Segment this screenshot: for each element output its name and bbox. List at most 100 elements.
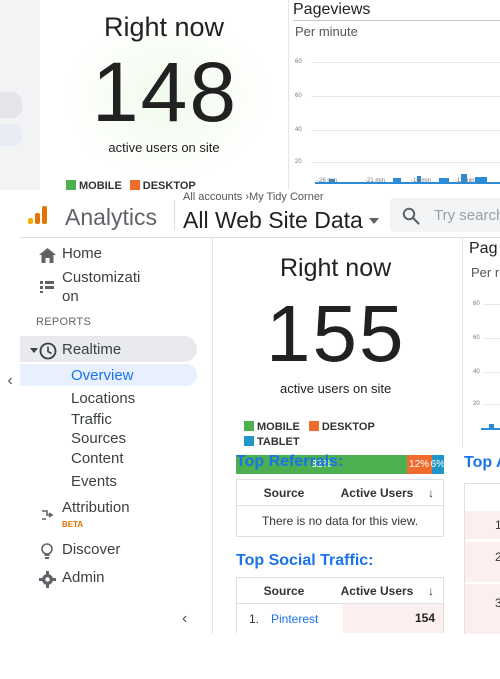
- right-now-title: Right now: [280, 254, 392, 282]
- row-rank: 2: [495, 550, 500, 564]
- sidebar-item-events[interactable]: Events: [71, 472, 117, 491]
- row-rank: 1.: [248, 611, 259, 626]
- sort-arrow-icon[interactable]: ↓: [423, 486, 439, 500]
- sidebar-item-label: Customizati on: [62, 269, 141, 305]
- active-users-count: 155: [266, 289, 406, 378]
- background-pageviews-chart: Pageviews Per minute 60 60 40 20 -26 min…: [288, 0, 500, 190]
- background-active-users-label: active users on site: [108, 140, 220, 155]
- legend-mobile-label: MOBILE: [79, 180, 122, 192]
- desktop-share-segment: 12%: [406, 455, 432, 474]
- active-users-label: active users on site: [280, 381, 392, 396]
- sidebar-item-attribution[interactable]: Attribution BETA: [36, 498, 130, 534]
- y-tick-label: 60: [473, 301, 480, 307]
- sidebar-item-label: Attribution BETA: [62, 498, 130, 534]
- active-users-value: 154: [343, 604, 443, 633]
- pageviews-subtitle: Per r: [471, 265, 500, 280]
- pageviews-subtitle: Per minute: [295, 24, 358, 39]
- sidebar-item-admin[interactable]: Admin: [36, 568, 105, 590]
- sidebar-item-home[interactable]: Home: [36, 244, 102, 266]
- x-tick-label: -21 min: [365, 178, 386, 184]
- col-source-header[interactable]: Source: [237, 486, 331, 500]
- y-tick-label: 60: [295, 59, 302, 65]
- source-link[interactable]: Pinterest: [271, 612, 343, 626]
- col-active-users-header[interactable]: Active Users: [331, 486, 423, 500]
- search-box[interactable]: [390, 198, 500, 232]
- col-source-header[interactable]: Source: [237, 584, 331, 598]
- y-tick-label: 20: [295, 159, 302, 165]
- attribution-label: Attribution: [62, 499, 130, 516]
- lightbulb-icon: [36, 540, 58, 562]
- tablet-share-segment: 6%: [431, 455, 445, 474]
- customization-grid-icon: [36, 276, 58, 298]
- pageviews-title: Pageviews: [293, 1, 371, 18]
- table-row[interactable]: 1. Pinterest 154: [237, 604, 443, 633]
- top-active-pages-table: 1 2 3: [464, 483, 500, 635]
- sidebar-item-traffic-sources[interactable]: Traffic Sources: [71, 410, 151, 448]
- sidebar-item-realtime[interactable]: Realtime: [28, 340, 121, 362]
- chevron-left-icon[interactable]: ‹: [0, 366, 20, 396]
- gridline: [311, 130, 500, 131]
- background-nav-highlight: [0, 124, 22, 146]
- mobile-swatch: [244, 421, 254, 431]
- gridline: [483, 404, 500, 405]
- x-tick-label: -11 min: [455, 178, 475, 184]
- legend-tablet-label: TABLET: [257, 436, 300, 448]
- device-legend: MOBILE DESKTOP TABLET: [244, 420, 414, 450]
- tablet-swatch: [244, 436, 254, 446]
- property-view-selector[interactable]: All Web Site Data: [183, 207, 379, 234]
- top-social-traffic-title[interactable]: Top Social Traffic:: [236, 552, 374, 570]
- chart-bar: [489, 424, 494, 428]
- search-input[interactable]: [434, 204, 500, 226]
- desktop-swatch: [308, 421, 319, 431]
- y-tick-label: 40: [295, 127, 302, 133]
- top-social-table: Source Active Users ↓ 1. Pinterest 154: [236, 577, 444, 633]
- chart-bar: [439, 178, 449, 182]
- beta-badge: BETA: [62, 520, 84, 529]
- gridline: [311, 62, 500, 63]
- background-active-users-count: 148: [91, 45, 239, 139]
- empty-state-message: There is no data for this view.: [261, 514, 419, 528]
- top-header-bar: Analytics All accounts ›My Tidy Corner A…: [20, 191, 500, 238]
- screenshot-stage: Right now 148 active users on site MOBIL…: [0, 0, 500, 679]
- top-referrals-table: Source Active Users ↓ There is no data f…: [236, 479, 444, 537]
- header-divider: [174, 200, 175, 230]
- sort-arrow-icon[interactable]: ↓: [423, 584, 439, 598]
- legend-mobile-label: MOBILE: [257, 421, 300, 433]
- top-referrals-title[interactable]: Top Referrals:: [236, 453, 343, 471]
- background-right-now-title: Right now: [103, 12, 225, 42]
- background-device-legend: MOBILE DESKTOP: [66, 180, 196, 192]
- col-active-users-header[interactable]: Active Users: [331, 584, 423, 598]
- account-breadcrumb[interactable]: All accounts ›My Tidy Corner: [183, 191, 324, 203]
- gridline: [311, 162, 500, 163]
- y-tick-label: 60: [473, 335, 480, 341]
- left-sidebar: Home Customizati on REPORTS Realtime Ove…: [20, 238, 213, 634]
- pageviews-title: Pag: [469, 240, 498, 257]
- sidebar-item-discover[interactable]: Discover: [36, 540, 120, 562]
- mobile-swatch: [66, 180, 76, 190]
- property-view-label: All Web Site Data: [183, 207, 363, 233]
- analytics-logo-icon[interactable]: [28, 206, 50, 224]
- legend-mobile: MOBILE: [66, 180, 122, 192]
- bottom-blank-area: [0, 634, 500, 679]
- reports-heading: REPORTS: [36, 316, 92, 328]
- table-header: Source Active Users ↓: [237, 578, 443, 604]
- sidebar-item-locations[interactable]: Locations: [71, 389, 135, 408]
- background-nav-highlight: [0, 92, 22, 118]
- table-header: Source Active Users ↓: [237, 480, 443, 506]
- left-gutter: [0, 192, 20, 634]
- legend-desktop-label: DESKTOP: [321, 421, 375, 433]
- search-icon: [402, 207, 420, 225]
- realtime-overview-panel: Right now 155 active users on site MOBIL…: [214, 238, 500, 635]
- sidebar-item-label: Admin: [62, 569, 105, 586]
- pageviews-divider: [293, 20, 500, 21]
- row-rank: 1: [495, 518, 500, 532]
- caret-down-icon: [368, 218, 379, 224]
- collapse-sidebar-icon[interactable]: ‹: [182, 610, 187, 628]
- sidebar-item-customization[interactable]: Customizati on: [36, 268, 158, 306]
- sidebar-item-content[interactable]: Content: [71, 449, 124, 468]
- sidebar-item-overview[interactable]: Overview: [71, 366, 134, 385]
- app-title[interactable]: Analytics: [65, 204, 157, 231]
- top-active-pages-title[interactable]: Top A: [464, 454, 500, 472]
- x-tick-label: -26 min: [317, 178, 338, 184]
- y-tick-label: 20: [473, 401, 480, 407]
